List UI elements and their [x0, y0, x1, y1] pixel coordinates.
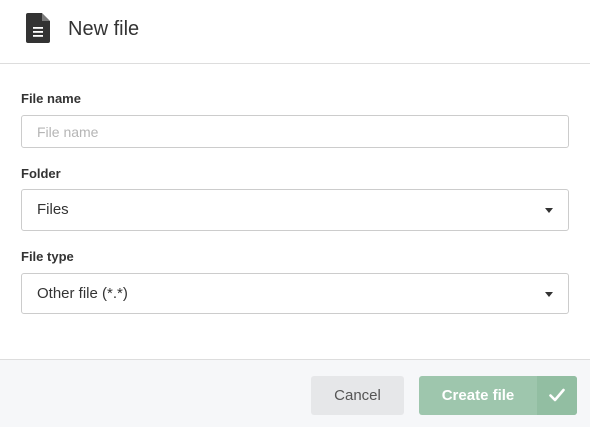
file-type-label: File type [21, 249, 74, 264]
dialog-title: New file [68, 18, 140, 40]
cancel-button[interactable]: Cancel [311, 376, 404, 415]
file-type-select[interactable]: Other file (*.*) [21, 273, 569, 314]
file-name-label: File name [21, 91, 81, 106]
new-file-dialog: New file File name Folder Files File typ… [0, 0, 590, 427]
checkmark-icon [537, 376, 577, 415]
file-name-input[interactable] [21, 115, 569, 148]
folder-select-value: Files [37, 201, 69, 218]
document-icon [26, 13, 50, 43]
dialog-header: New file [0, 0, 590, 64]
caret-down-icon [545, 208, 553, 213]
folder-select[interactable]: Files [21, 189, 569, 231]
file-type-select-value: Other file (*.*) [37, 285, 128, 302]
folder-label: Folder [21, 166, 61, 181]
dialog-footer: Cancel Create file [0, 359, 590, 427]
create-file-button[interactable]: Create file [419, 376, 577, 415]
caret-down-icon [545, 291, 553, 297]
create-file-label: Create file [441, 387, 515, 404]
